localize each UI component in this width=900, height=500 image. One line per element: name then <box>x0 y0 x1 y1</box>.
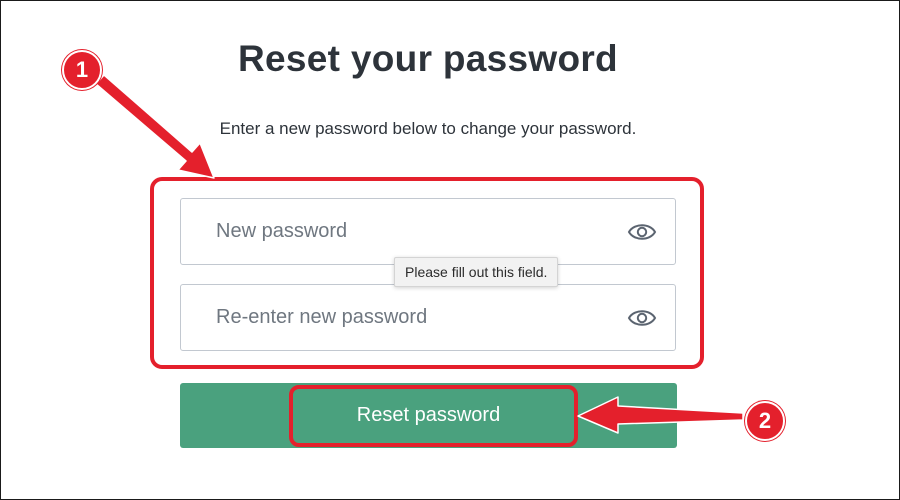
page-title: Reset your password <box>238 38 618 79</box>
reenter-password-field[interactable] <box>180 284 676 351</box>
new-password-input[interactable] <box>182 200 602 263</box>
step-1-badge: 1 <box>62 50 102 90</box>
eye-icon[interactable] <box>627 220 657 244</box>
reenter-password-input[interactable] <box>182 286 602 349</box>
reset-password-button[interactable]: Reset password <box>180 383 677 448</box>
page-subtitle: Enter a new password below to change you… <box>219 119 637 138</box>
eye-icon[interactable] <box>627 306 657 330</box>
validation-tooltip: Please fill out this field. <box>394 257 559 287</box>
new-password-field[interactable] <box>180 198 676 265</box>
eye-icon-graphic <box>627 224 657 240</box>
eye-icon-graphic <box>627 310 657 326</box>
step-2-badge: 2 <box>745 401 785 441</box>
